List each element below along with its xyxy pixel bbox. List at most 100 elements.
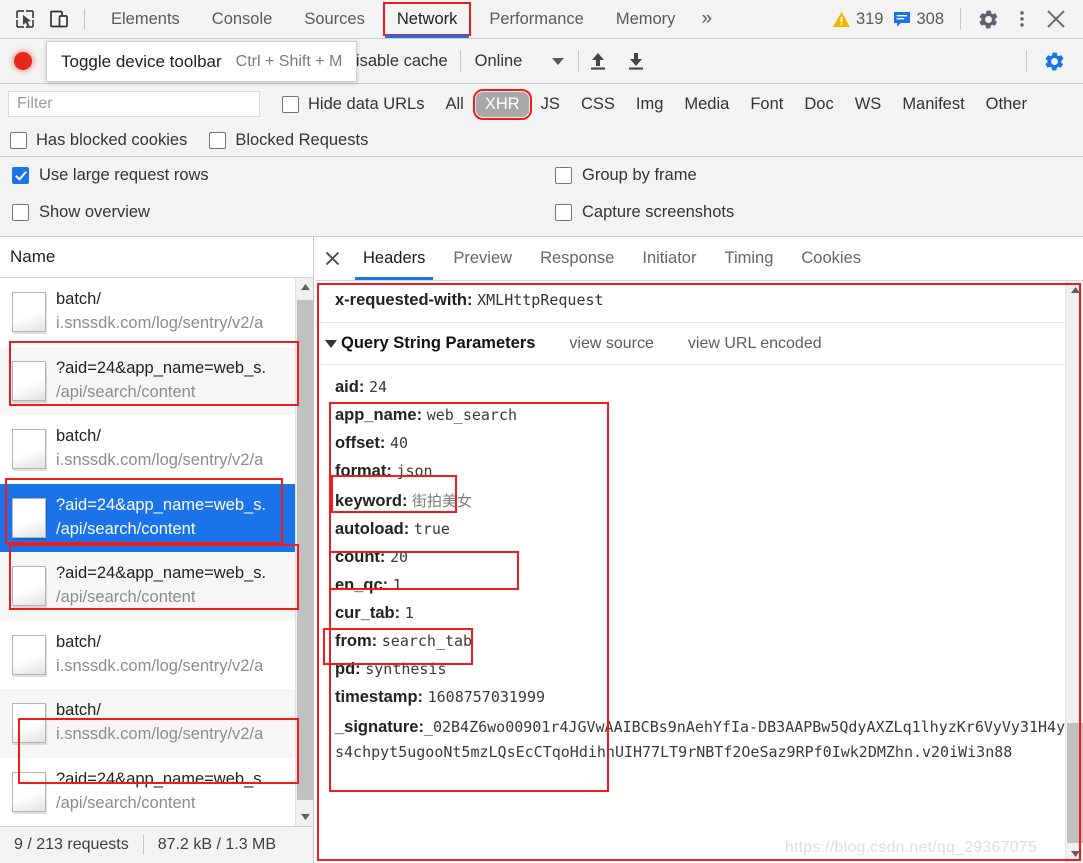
tab-performance[interactable]: Performance [473,0,599,38]
requests-count-text: 9 / 213 requests [14,836,129,853]
param-offset: offset: 40 [315,429,1083,457]
param-key: cur_tab: [335,603,401,622]
tab-elements-label: Elements [111,9,180,28]
tab-preview[interactable]: Preview [439,237,526,280]
import-har-icon[interactable] [579,42,617,80]
scroll-up-arrow-icon[interactable] [296,278,313,296]
tab-initiator[interactable]: Initiator [628,237,710,280]
throttle-select[interactable]: Online [461,52,579,71]
param-value: synthesis [365,659,447,678]
type-filter-manifest[interactable]: Manifest [893,92,973,117]
type-filter-media[interactable]: Media [675,92,738,117]
table-row[interactable]: batch/ i.snssdk.com/log/sentry/v2/a [0,620,313,689]
param-value: 20 [390,547,409,566]
record-button[interactable] [14,52,32,70]
request-name: batch/ [56,427,101,446]
hide-data-urls-label: Hide data URLs [308,94,425,113]
throttle-value: Online [474,51,523,70]
tab-memory[interactable]: Memory [600,0,692,38]
export-har-icon[interactable] [617,42,655,80]
messages-count-text: 308 [916,9,944,28]
param-aid: aid: 24 [315,373,1083,401]
tab-cookies[interactable]: Cookies [787,237,875,280]
more-tabs-icon[interactable]: » [691,0,722,38]
document-icon [12,360,46,401]
type-filter-manifest-label: Manifest [902,94,965,113]
param-value: 1 [392,575,402,594]
scroll-down-arrow-icon[interactable] [1066,845,1083,863]
table-row-selected[interactable]: ?aid=24&app_name=web_s. /api/search/cont… [0,483,313,552]
disable-cache-label: Disable cache [344,51,448,70]
document-icon [12,497,46,538]
more-vertical-icon[interactable] [1005,2,1039,36]
tab-elements[interactable]: Elements [95,0,196,38]
request-path: i.snssdk.com/log/sentry/v2/a [56,451,264,470]
param-pd: pd: synthesis [315,655,1083,683]
type-filter-font[interactable]: Font [741,92,792,117]
table-row[interactable]: batch/ i.snssdk.com/log/sentry/v2/a [0,415,313,484]
hide-data-urls-checkbox[interactable]: Hide data URLs [282,95,424,114]
tab-response[interactable]: Response [526,237,628,280]
param-format: format: json [315,457,1083,485]
type-filter-all[interactable]: All [436,92,472,117]
close-detail-icon[interactable] [315,238,349,280]
query-string-parameters-section-header[interactable]: Query String Parameters view source view… [315,323,1083,365]
chevron-down-icon[interactable] [325,339,337,348]
type-filter-xhr[interactable]: XHR [472,88,532,120]
gear-icon[interactable] [971,2,1005,36]
type-filter-css[interactable]: CSS [572,92,624,117]
table-row[interactable]: ?aid=24&app_name=web_s. /api/search/cont… [0,552,313,621]
request-name: ?aid=24&app_name=web_s. [56,769,267,788]
scrollbar-thumb[interactable] [1067,723,1083,843]
tab-timing[interactable]: Timing [710,237,787,280]
network-settings-gear-icon[interactable] [1037,44,1071,78]
request-rows[interactable]: batch/ i.snssdk.com/log/sentry/v2/a ?aid… [0,278,313,826]
messages-counter[interactable]: 308 [893,10,944,29]
document-icon [12,566,46,607]
scroll-down-arrow-icon[interactable] [296,808,313,826]
type-filter-img[interactable]: Img [627,92,673,117]
table-row[interactable]: ?aid=24&app_name=web_s. /api/search/cont… [0,346,313,415]
tab-sources[interactable]: Sources [288,0,381,38]
table-row[interactable]: batch/ i.snssdk.com/log/sentry/v2/a [0,278,313,347]
type-filter-ws[interactable]: WS [846,92,891,117]
more-tabs-label: » [701,8,713,29]
scroll-up-arrow-icon[interactable] [1066,281,1083,299]
tab-console[interactable]: Console [196,0,289,38]
table-row[interactable]: batch/ i.snssdk.com/log/sentry/v2/a [0,689,313,758]
document-icon [12,634,46,675]
type-filter-other[interactable]: Other [977,92,1036,117]
param-value: json [396,461,433,480]
filter-input[interactable] [8,91,260,117]
view-source-link[interactable]: view source [569,335,653,353]
warnings-counter[interactable]: 319 [832,10,883,29]
toggle-device-toolbar-icon[interactable] [42,0,76,38]
type-filter-doc-label: Doc [804,94,834,113]
tab-headers[interactable]: Headers [349,237,439,280]
close-icon[interactable] [1039,2,1073,36]
tab-network[interactable]: Network [381,0,474,38]
scrollbar-thumb[interactable] [297,300,313,800]
detail-scrollbar[interactable] [1065,281,1083,863]
blocked-requests-checkbox[interactable]: Blocked Requests [209,131,368,150]
type-filter-js-label: JS [540,94,560,113]
toolbar-divider [1026,50,1027,72]
view-url-encoded-link[interactable]: view URL encoded [688,335,822,353]
request-path: i.snssdk.com/log/sentry/v2/a [56,314,264,333]
tab-headers-label: Headers [363,249,426,267]
type-filter-js[interactable]: JS [532,92,569,117]
request-list-scrollbar[interactable] [295,278,313,826]
param-key: offset: [335,433,386,452]
name-column-header[interactable]: Name [0,237,313,278]
show-overview-checkbox[interactable]: Show overview [12,203,150,222]
filter-bar: Hide data URLs All XHR JS CSS Img Media … [0,84,1083,124]
capture-screenshots-checkbox[interactable]: Capture screenshots [555,203,734,222]
has-blocked-cookies-checkbox[interactable]: Has blocked cookies [10,131,187,150]
use-large-request-rows-checkbox[interactable]: Use large request rows [12,166,209,185]
table-row[interactable]: ?aid=24&app_name=web_s. /api/search/cont… [0,757,313,826]
document-icon [12,703,46,744]
type-filter-doc[interactable]: Doc [795,92,842,117]
inspect-element-icon[interactable] [8,0,42,38]
group-by-frame-checkbox[interactable]: Group by frame [555,166,697,185]
request-name: batch/ [56,632,101,651]
